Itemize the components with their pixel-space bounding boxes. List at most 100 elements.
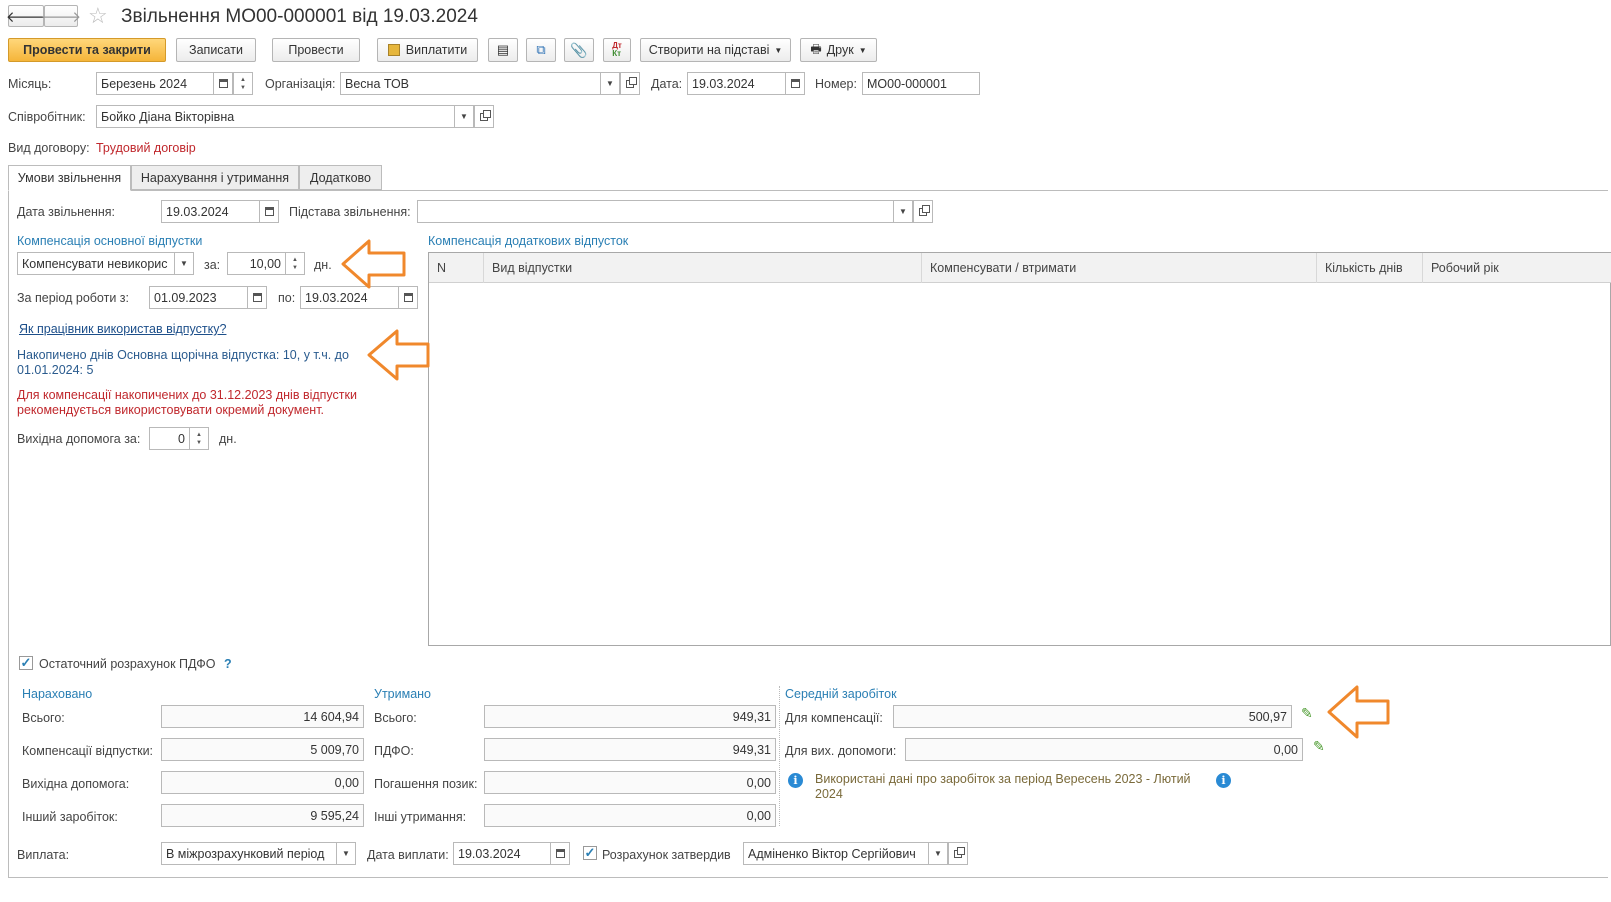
average-earnings-title: Середній заробіток xyxy=(785,687,897,701)
compensation-mode-dropdown[interactable]: ▼ xyxy=(174,252,194,275)
column-header-vacation-type[interactable]: Вид відпустки xyxy=(484,253,922,283)
journal-button[interactable]: ▤ xyxy=(488,38,518,62)
withheld-loans-label: Погашення позик: xyxy=(374,777,478,791)
period-from-calendar-button[interactable] xyxy=(247,286,267,309)
withheld-other-label: Інші утримання: xyxy=(374,810,467,824)
accrued-severance-label: Вихідна допомога: xyxy=(22,777,130,791)
attach-button[interactable]: 📎 xyxy=(564,38,594,62)
info-icon[interactable]: i xyxy=(1216,773,1231,788)
chevron-down-icon: ▼ xyxy=(774,45,783,55)
print-button[interactable]: 🖶 Друк ▼ xyxy=(800,38,877,62)
pay-date-calendar-button[interactable] xyxy=(550,842,570,865)
payment-field[interactable]: В міжрозрахунковий період xyxy=(161,842,338,865)
contract-label: Вид договору: xyxy=(8,141,90,155)
approved-by-open-button[interactable] xyxy=(948,842,968,865)
edit-pencil-icon[interactable]: ✎ xyxy=(1301,705,1313,722)
create-based-button[interactable]: Створити на підставі ▼ xyxy=(640,38,791,62)
column-header-n[interactable]: N xyxy=(429,253,484,283)
column-header-work-year[interactable]: Робочий рік xyxy=(1423,253,1611,283)
forward-button[interactable]: 🡒 xyxy=(41,5,81,27)
approved-by-dropdown[interactable]: ▼ xyxy=(928,842,948,865)
column-header-days[interactable]: Кількість днів xyxy=(1317,253,1423,283)
reason-dropdown[interactable]: ▼ xyxy=(893,200,913,223)
pdfo-help-link[interactable]: ? xyxy=(224,657,232,671)
extra-vacations-table[interactable] xyxy=(428,252,1611,646)
tab-accruals-deductions[interactable]: Нарахування і утримання xyxy=(131,165,299,190)
employee-label: Співробітник: xyxy=(8,110,86,124)
accrued-total-field: 14 604,94 xyxy=(161,705,364,728)
calendar-icon xyxy=(555,849,565,858)
period-from-label: За період роботи з: xyxy=(17,291,129,305)
pay-date-field[interactable]: 19.03.2024 xyxy=(453,842,552,865)
severance-days-spinner[interactable]: ▲ ▼ xyxy=(189,427,209,450)
withheld-loans-field: 0,00 xyxy=(484,771,776,794)
accrued-days-info: Накопичено днів Основна щорічна відпустк… xyxy=(17,348,349,377)
month-calendar-button[interactable] xyxy=(213,72,233,95)
avg-severance-label: Для вих. допомоги: xyxy=(785,744,897,758)
dismissal-date-label: Дата звільнення: xyxy=(17,205,116,219)
structure-button[interactable]: ⧉ xyxy=(526,38,556,62)
reason-open-button[interactable] xyxy=(913,200,933,223)
hierarchy-icon: ⧉ xyxy=(536,42,546,57)
save-button[interactable]: Записати xyxy=(176,38,256,62)
accrued-title: Нараховано xyxy=(22,687,93,701)
pay-button[interactable]: Виплатити xyxy=(377,38,478,62)
days-field[interactable]: 10,00 xyxy=(227,252,286,275)
chevron-down-icon: ▼ xyxy=(180,259,188,268)
date-calendar-button[interactable] xyxy=(785,72,805,95)
reason-field[interactable] xyxy=(417,200,895,223)
avg-compensation-label: Для компенсації: xyxy=(785,711,883,725)
compensation-mode-field[interactable]: Компенсувати невикорис xyxy=(17,252,175,275)
column-header-compensate[interactable]: Компенсувати / втримати xyxy=(922,253,1317,283)
pay-label: Виплатити xyxy=(405,43,468,57)
organization-open-button[interactable] xyxy=(620,72,640,95)
period-from-field[interactable]: 01.09.2023 xyxy=(149,286,249,309)
for-label: за: xyxy=(204,258,221,272)
post-and-close-button[interactable]: Провести та закрити xyxy=(8,38,166,62)
dismissal-date-field[interactable]: 19.03.2024 xyxy=(161,200,261,223)
tab-additional[interactable]: Додатково xyxy=(299,165,382,190)
employee-field[interactable]: Бойко Діана Вікторівна xyxy=(96,105,456,128)
date-field[interactable]: 19.03.2024 xyxy=(687,72,787,95)
chevron-down-icon: ▼ xyxy=(899,207,907,216)
approved-checkbox[interactable]: ✓ xyxy=(583,846,597,860)
severance-label: Вихідна допомога за: xyxy=(17,432,141,446)
number-field[interactable]: МО00-000001 xyxy=(862,72,980,95)
approved-by-field[interactable]: Адміненко Віктор Сергійович xyxy=(743,842,930,865)
month-spinner[interactable]: ▲ ▼ xyxy=(233,72,253,95)
withheld-other-field: 0,00 xyxy=(484,804,776,827)
list-icon: ▤ xyxy=(496,42,510,57)
employee-dropdown[interactable]: ▼ xyxy=(454,105,474,128)
earnings-period-info: Використані дані про заробіток за період… xyxy=(815,772,1191,801)
accrued-total-label: Всього: xyxy=(22,711,65,725)
warning-text: Для компенсації накопичених до 31.12.202… xyxy=(17,388,357,417)
withheld-title: Утримано xyxy=(374,687,432,701)
edit-pencil-icon[interactable]: ✎ xyxy=(1313,738,1325,755)
accrued-other-label: Інший заробіток: xyxy=(22,810,118,824)
back-button[interactable]: 🡐 xyxy=(6,5,46,27)
final-pdfo-checkbox[interactable]: ✓ xyxy=(19,656,33,670)
organization-field[interactable]: Весна ТОВ xyxy=(340,72,602,95)
approved-label: Розрахунок затвердив xyxy=(602,848,731,862)
reason-label: Підстава звільнення: xyxy=(289,205,411,219)
post-button[interactable]: Провести xyxy=(272,38,360,62)
organization-dropdown[interactable]: ▼ xyxy=(600,72,620,95)
main-compensation-title: Компенсація основної відпустки xyxy=(17,234,203,248)
dismissal-date-calendar-button[interactable] xyxy=(259,200,279,223)
print-label: Друк xyxy=(826,43,854,57)
favorite-star-icon[interactable]: ☆ xyxy=(88,3,108,29)
chevron-down-icon: ▼ xyxy=(342,849,350,858)
vacation-usage-link[interactable]: Як працівник використав відпустку? xyxy=(19,322,226,336)
dt-kt-button[interactable]: Дт Кт xyxy=(603,38,631,62)
employee-open-button[interactable] xyxy=(474,105,494,128)
tab-dismissal-conditions[interactable]: Умови звільнення xyxy=(8,165,131,191)
chevron-down-icon: ▼ xyxy=(934,849,942,858)
payment-dropdown[interactable]: ▼ xyxy=(336,842,356,865)
accrued-vacation-field: 5 009,70 xyxy=(161,738,364,761)
month-field[interactable]: Березень 2024 xyxy=(96,72,214,95)
open-icon xyxy=(626,76,637,88)
contract-link[interactable]: Трудовий договір xyxy=(96,141,196,155)
severance-days-field[interactable]: 0 xyxy=(149,427,190,450)
days-spinner[interactable]: ▲ ▼ xyxy=(285,252,305,275)
withheld-total-field: 949,31 xyxy=(484,705,776,728)
